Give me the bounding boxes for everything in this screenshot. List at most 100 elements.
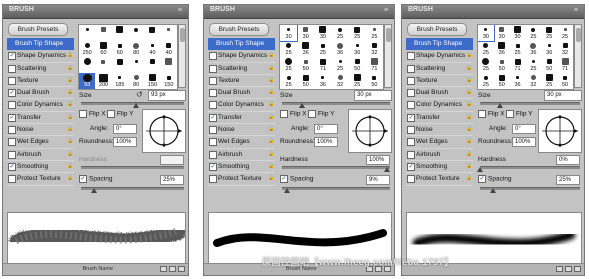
brush-grid-scrollbar[interactable] [574, 24, 582, 88]
lock-icon[interactable]: 🔒 [466, 52, 472, 58]
brush-tip[interactable] [128, 25, 144, 41]
delete-icon[interactable] [574, 266, 581, 272]
checkbox[interactable] [209, 89, 217, 98]
brush-tip[interactable]: 30 [297, 25, 314, 41]
brush-tip[interactable]: 25 [478, 57, 494, 73]
lock-icon[interactable]: 🔒 [67, 138, 73, 144]
checkbox[interactable] [209, 52, 217, 61]
scrollbar-thumb[interactable] [386, 28, 391, 42]
brush-tip[interactable]: 32 [366, 41, 383, 57]
brush-tip[interactable]: 30 [510, 25, 526, 41]
hardness-input[interactable]: 100% [366, 155, 390, 165]
option-texture[interactable]: Texture 🔒 [7, 75, 74, 88]
brush-tip[interactable]: 185 [112, 73, 128, 89]
option-airbrush[interactable]: Airbrush 🔒 [208, 149, 275, 161]
option-smoothing[interactable]: ✓ Smoothing 🔒 [406, 161, 473, 174]
scrollbar-thumb[interactable] [180, 28, 185, 42]
option-airbrush[interactable]: Airbrush 🔒 [7, 149, 74, 161]
spacing-input[interactable]: 25% [160, 175, 184, 185]
lock-icon[interactable]: 🔒 [466, 114, 472, 120]
option-dual-brush[interactable]: Dual Brush 🔒 [406, 87, 473, 100]
option-dual-brush[interactable]: ✓ Dual Brush 🔒 [7, 87, 74, 100]
brush-tip[interactable]: 80 [128, 41, 144, 57]
spacing-slider-knob[interactable] [490, 188, 496, 193]
brush-tip[interactable]: 32 [557, 41, 573, 57]
checkbox[interactable] [407, 89, 415, 98]
brush-tip[interactable]: 30 [314, 25, 331, 41]
checkbox[interactable] [407, 101, 415, 110]
brush-tip[interactable] [95, 57, 111, 73]
flip-y-checkbox[interactable]: Flip Y [308, 110, 335, 118]
checkbox[interactable]: ✓ [280, 175, 288, 183]
brush-tip[interactable]: 25 [526, 57, 542, 73]
brush-tip[interactable]: 25 [557, 25, 573, 41]
checkbox[interactable] [8, 76, 16, 85]
brush-presets-button[interactable]: Brush Presets [209, 23, 269, 36]
checkbox[interactable] [8, 64, 16, 73]
checkbox[interactable] [407, 76, 415, 85]
lock-icon[interactable]: 🔒 [268, 77, 274, 83]
checkbox[interactable]: ✓ [79, 175, 87, 183]
option-color-dynamics[interactable]: Color Dynamics 🔒 [7, 99, 74, 112]
brush-tip[interactable]: 25 [332, 57, 349, 73]
checkbox[interactable] [280, 110, 288, 118]
checkbox[interactable]: ✓ [209, 162, 217, 171]
checkbox[interactable]: ✓ [8, 89, 16, 98]
option-dual-brush[interactable]: Dual Brush 🔒 [208, 87, 275, 100]
lock-icon[interactable]: 🔒 [466, 101, 472, 107]
brush-tip[interactable]: 50 [297, 73, 314, 89]
size-input[interactable]: 30 px [544, 90, 582, 101]
brush-tip[interactable]: 71 [314, 57, 331, 73]
checkbox[interactable] [308, 110, 316, 118]
brush-tip[interactable] [79, 25, 95, 41]
roundness-input[interactable]: 100% [512, 137, 536, 147]
checkbox[interactable] [209, 101, 217, 110]
option-transfer[interactable]: ✓ Transfer 🔒 [406, 112, 473, 125]
option-transfer[interactable]: ✓ Transfer 🔒 [7, 112, 74, 125]
checkbox[interactable]: ✓ [8, 162, 16, 171]
lock-icon[interactable]: 🔒 [67, 175, 73, 181]
option-airbrush[interactable]: Airbrush 🔒 [406, 149, 473, 161]
option-protect-texture[interactable]: Protect Texture 🔒 [406, 173, 473, 186]
hardness-slider-knob[interactable] [477, 167, 483, 172]
lock-icon[interactable]: 🔒 [67, 101, 73, 107]
checkbox[interactable] [8, 175, 16, 184]
lock-icon[interactable]: 🔒 [67, 163, 73, 169]
lock-icon[interactable]: 🔒 [268, 52, 274, 58]
checkbox[interactable] [8, 101, 16, 110]
checkbox[interactable] [8, 126, 16, 135]
option-wet-edges[interactable]: Wet Edges 🔒 [406, 136, 473, 149]
brush-tip[interactable]: 50 [494, 57, 510, 73]
new-brush-icon[interactable] [169, 266, 176, 272]
brush-tip[interactable]: 40 [161, 41, 177, 57]
checkbox[interactable] [407, 150, 415, 159]
checkbox[interactable] [209, 76, 217, 85]
brush-tip[interactable]: 25 [510, 41, 526, 57]
flip-x-checkbox[interactable]: Flip X [79, 110, 106, 118]
flip-y-checkbox[interactable]: Flip Y [506, 110, 533, 118]
toggle-brush-panel-icon[interactable] [160, 266, 167, 272]
option-transfer[interactable]: ✓ Transfer 🔒 [208, 112, 275, 125]
hardness-slider-track[interactable] [81, 166, 184, 169]
brush-tip[interactable]: 25 [280, 73, 297, 89]
brush-tip[interactable]: 50 [349, 57, 366, 73]
size-slider-knob[interactable] [299, 103, 305, 108]
brush-tip[interactable]: 25 [349, 25, 366, 41]
brush-tip[interactable]: 25 [541, 25, 557, 41]
brush-tip[interactable]: 30 [494, 25, 510, 41]
close-icon[interactable]: ≡ [572, 7, 580, 15]
brush-tip[interactable]: 25 [541, 73, 557, 89]
brush-tip[interactable] [95, 25, 111, 41]
option-brush-tip-shape[interactable]: Brush Tip Shape [208, 38, 275, 51]
checkbox[interactable] [209, 175, 217, 184]
scrollbar-thumb[interactable] [576, 28, 581, 42]
option-smoothing[interactable]: ✓ Smoothing 🔒 [208, 161, 275, 174]
option-noise[interactable]: Noise 🔒 [7, 124, 74, 137]
brush-tip[interactable]: 25 [280, 57, 297, 73]
spacing-slider-knob[interactable] [284, 188, 290, 193]
size-input[interactable]: 30 px [354, 90, 392, 101]
checkbox[interactable] [407, 126, 415, 135]
hardness-input[interactable]: 0% [556, 155, 580, 165]
size-slider-knob[interactable] [133, 103, 139, 108]
checkbox[interactable]: ✓ [8, 113, 16, 122]
